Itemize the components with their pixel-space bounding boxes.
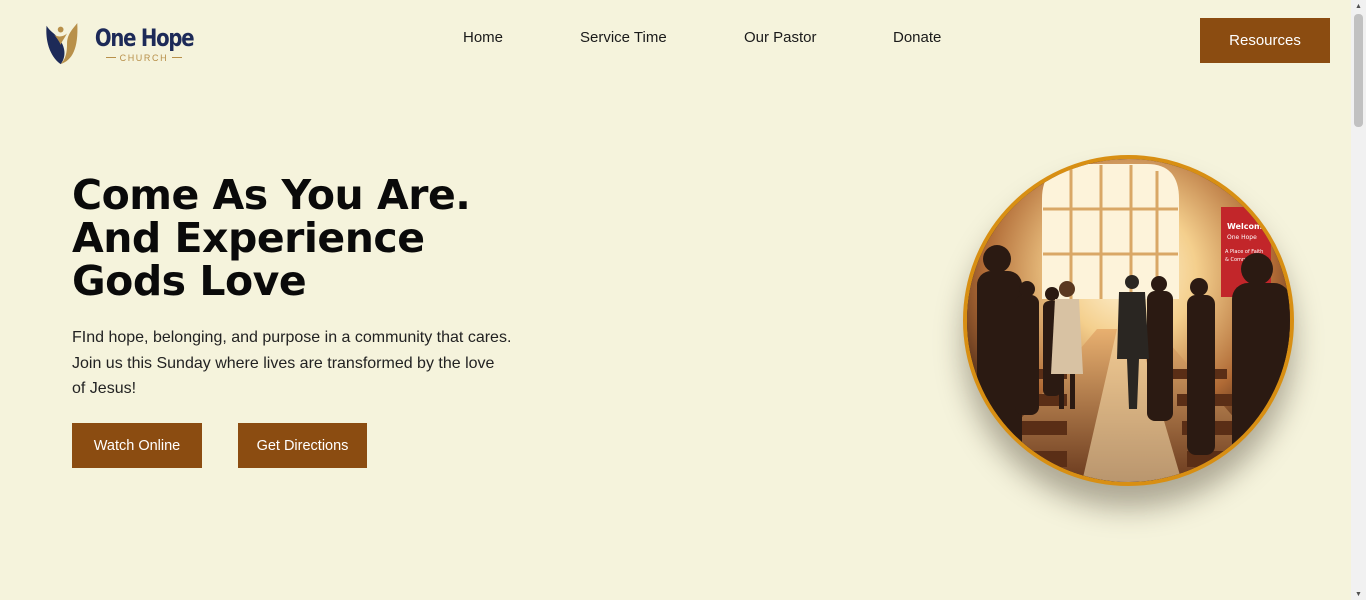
logo-subtitle: CHURCH <box>119 52 169 63</box>
logo[interactable]: One Hope CHURCH <box>44 8 204 78</box>
logo-divider <box>105 57 116 58</box>
church-congregation-image: Welcome One Hope A Place of Faith & Comm… <box>967 159 1290 482</box>
banner-line-2: One Hope <box>1227 234 1257 241</box>
logo-name: One Hope <box>94 23 195 52</box>
get-directions-button[interactable]: Get Directions <box>238 423 367 468</box>
nav-item-our-pastor[interactable]: Our Pastor <box>744 29 817 46</box>
logo-figure-icon <box>46 23 78 65</box>
scroll-up-arrow-icon[interactable]: ▲ <box>1354 1 1363 11</box>
hero-title: Come As You Are. And Experience Gods Lov… <box>72 174 532 303</box>
nav-item-donate[interactable]: Donate <box>893 29 941 46</box>
nav-item-service-time[interactable]: Service Time <box>580 29 667 46</box>
hero-title-line-3: Gods Love <box>72 257 307 305</box>
hero-church-photo: Welcome One Hope A Place of Faith & Comm… <box>963 155 1294 486</box>
resources-button[interactable]: Resources <box>1200 18 1330 63</box>
logo-divider <box>172 57 183 58</box>
scroll-thumb[interactable] <box>1354 14 1363 127</box>
nav-item-home[interactable]: Home <box>463 29 503 46</box>
hero-title-line-1: Come As You Are. <box>72 171 471 219</box>
hero-description: FInd hope, belonging, and purpose in a c… <box>72 329 512 397</box>
watch-online-button[interactable]: Watch Online <box>72 423 202 468</box>
hero-title-line-2: And Experience <box>72 214 425 262</box>
banner-line-1: Welcome <box>1227 222 1268 231</box>
page: One Hope CHURCH Home Service Time Our Pa… <box>0 0 1351 600</box>
vertical-scrollbar[interactable]: ▲ ▼ <box>1351 0 1366 600</box>
scroll-down-arrow-icon[interactable]: ▼ <box>1354 589 1363 599</box>
